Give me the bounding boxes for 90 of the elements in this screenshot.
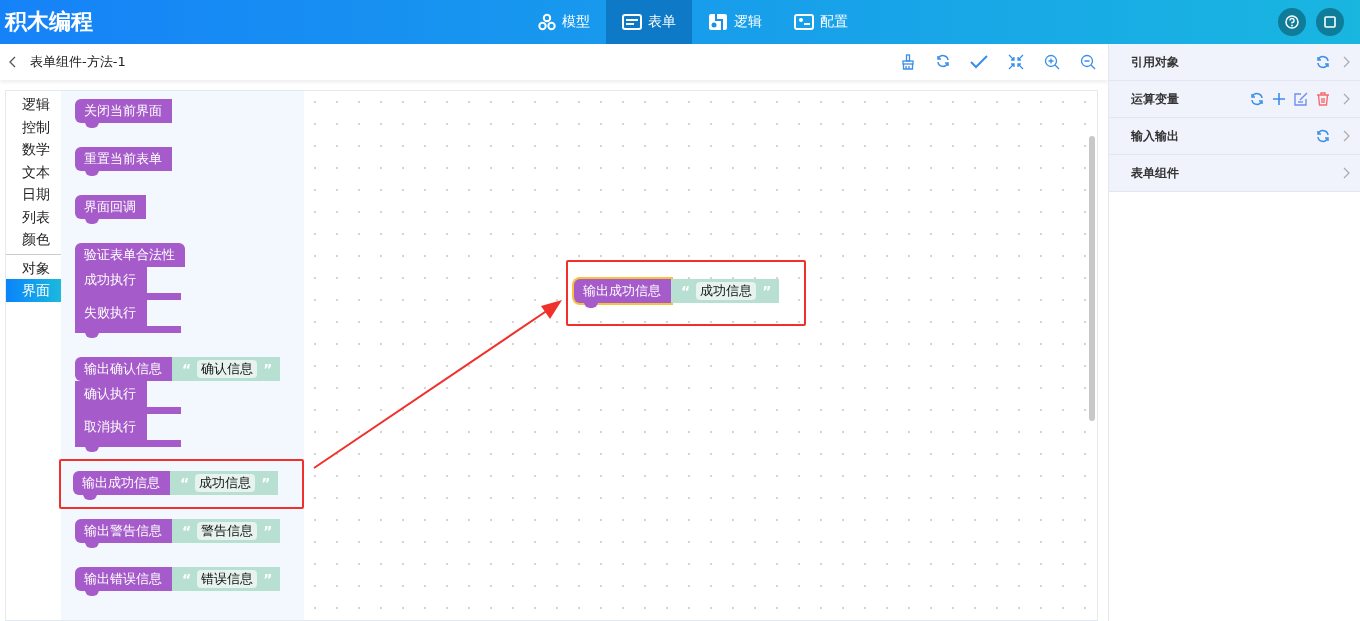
code-block[interactable]: 输出成功信息 “ 成功信息 ” <box>574 279 780 308</box>
puzzle-icon <box>708 13 728 31</box>
category-item[interactable]: 文本 <box>6 160 61 183</box>
text-input-slot[interactable]: “ 警告信息 ” <box>172 519 281 543</box>
text-value[interactable]: 错误信息 <box>197 570 258 588</box>
chevron-icon[interactable] <box>1342 167 1350 179</box>
app-logo-title: 积木编程 <box>3 8 93 36</box>
config-icon <box>794 14 814 30</box>
text-input-slot[interactable]: “ 成功信息 ” <box>170 471 279 495</box>
add-icon[interactable] <box>1272 92 1286 106</box>
back-icon[interactable] <box>8 56 18 68</box>
brush-icon[interactable] <box>900 54 916 70</box>
chevron-icon[interactable] <box>1342 130 1350 142</box>
delete-icon[interactable] <box>1316 92 1330 106</box>
block-label: 输出确认信息 <box>75 357 172 381</box>
refresh-icon[interactable] <box>1316 55 1330 69</box>
zoom-out-icon[interactable] <box>1080 54 1096 70</box>
open-quote: “ <box>180 475 190 491</box>
form-icon <box>622 14 642 30</box>
section-label: 输入输出 <box>1131 127 1179 145</box>
help-icon <box>1285 15 1299 29</box>
refresh-icon[interactable] <box>936 54 950 68</box>
text-value[interactable]: 警告信息 <box>197 522 258 540</box>
collapse-icon[interactable] <box>1008 54 1024 70</box>
branch-label: 确认执行 <box>75 381 147 407</box>
text-value[interactable]: 确认信息 <box>197 360 258 378</box>
close-quote: ” <box>263 523 273 539</box>
category-item[interactable]: 控制 <box>6 115 61 138</box>
block-label: 输出成功信息 <box>73 471 170 495</box>
connector-notch <box>83 494 97 500</box>
block-label: 输出错误信息 <box>75 567 172 591</box>
chevron-icon[interactable] <box>1342 56 1350 68</box>
close-quote: ” <box>762 283 772 299</box>
nav-tab[interactable]: 表单 <box>606 0 692 44</box>
text-value[interactable]: 成功信息 <box>696 282 757 300</box>
code-block[interactable]: 验证表单合法性 成功执行 失败执行 <box>75 243 185 338</box>
text-input-slot[interactable]: “ 成功信息 ” <box>671 279 780 303</box>
panel-section[interactable]: 输入输出 <box>1109 118 1360 155</box>
branch-label: 取消执行 <box>75 414 147 440</box>
block-label: 输出成功信息 <box>574 279 671 303</box>
close-quote: ” <box>263 361 273 377</box>
panel-section[interactable]: 运算变量 <box>1109 81 1360 118</box>
category-item[interactable]: 数学 <box>6 138 61 161</box>
text-value[interactable]: 成功信息 <box>195 474 256 492</box>
category-item[interactable]: 列表 <box>6 205 61 228</box>
connector-notch <box>85 446 99 452</box>
category-item[interactable]: 对象 <box>6 256 61 279</box>
square-icon <box>1324 16 1336 28</box>
category-item[interactable]: 日期 <box>6 183 61 206</box>
code-block[interactable]: 输出警告信息 “ 警告信息 ” <box>75 519 281 548</box>
text-input-slot[interactable]: “ 错误信息 ” <box>172 567 281 591</box>
open-quote: “ <box>182 361 192 377</box>
chevron-icon[interactable] <box>1342 93 1350 105</box>
connector-notch <box>584 302 598 308</box>
block-label: 验证表单合法性 <box>75 243 185 267</box>
section-label: 表单组件 <box>1131 164 1179 182</box>
zoom-in-icon[interactable] <box>1044 54 1060 70</box>
close-quote: ” <box>261 475 271 491</box>
connector-notch <box>85 590 99 596</box>
panel-section[interactable]: 表单组件 <box>1109 155 1360 192</box>
category-item[interactable]: 逻辑 <box>6 93 61 116</box>
check-icon[interactable] <box>970 54 988 70</box>
connector-notch <box>85 218 99 224</box>
section-label: 引用对象 <box>1131 53 1179 71</box>
connector-notch <box>85 122 99 128</box>
panel-section[interactable]: 引用对象 <box>1109 44 1360 81</box>
edit-icon[interactable] <box>1294 92 1308 106</box>
connector-notch <box>85 170 99 176</box>
refresh-icon[interactable] <box>1250 92 1264 106</box>
open-quote: “ <box>182 523 192 539</box>
refresh-icon[interactable] <box>1316 129 1330 143</box>
connector-notch <box>85 542 99 548</box>
cubes-icon <box>538 13 556 31</box>
section-label: 运算变量 <box>1131 90 1179 108</box>
block-label: 输出警告信息 <box>75 519 172 543</box>
open-quote: “ <box>681 283 691 299</box>
scrollbar[interactable] <box>1089 136 1095 421</box>
text-input-slot[interactable]: “ 确认信息 ” <box>172 357 281 381</box>
code-block[interactable]: 输出确认信息 “ 确认信息 ” 确认执行 取消执行 <box>75 357 281 452</box>
maximize-button[interactable] <box>1316 8 1344 36</box>
category-item[interactable]: 颜色 <box>6 228 61 251</box>
branch-label: 失败执行 <box>75 300 147 326</box>
editor-title: 表单组件-方法-1 <box>30 53 126 71</box>
code-block[interactable]: 输出成功信息 “ 成功信息 ” <box>73 471 302 500</box>
close-quote: ” <box>263 571 273 587</box>
open-quote: “ <box>182 571 192 587</box>
help-button[interactable] <box>1278 8 1306 36</box>
branch-label: 成功执行 <box>75 267 147 293</box>
connector-notch <box>85 332 99 338</box>
code-block[interactable]: 输出错误信息 “ 错误信息 ” <box>75 567 281 596</box>
